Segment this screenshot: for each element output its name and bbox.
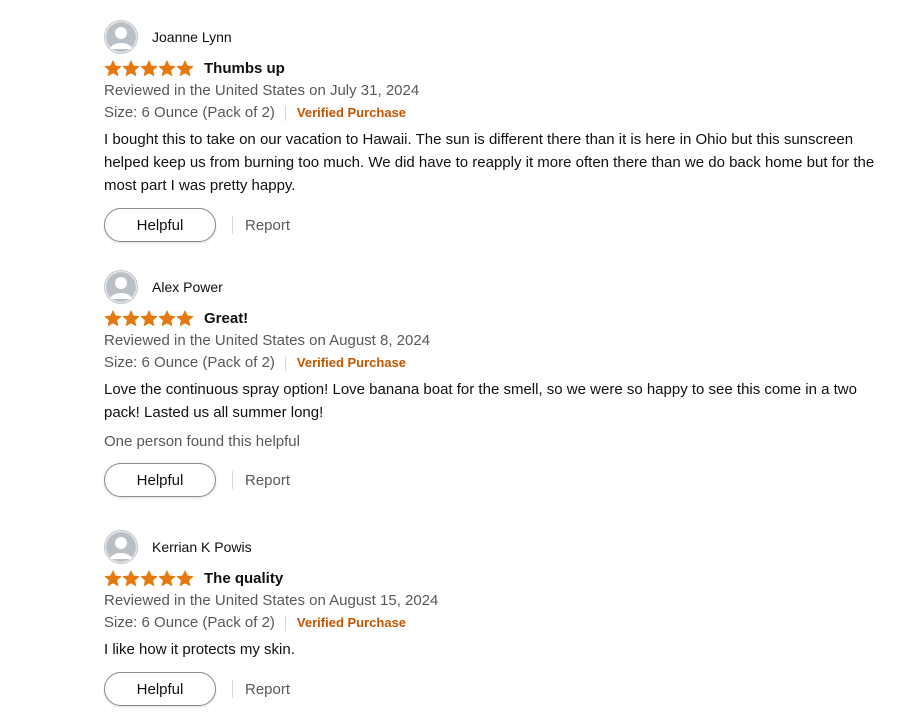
divider	[232, 680, 233, 698]
helpful-button[interactable]: Helpful	[104, 672, 216, 706]
review-item: Alex Power Great! Reviewed in the United…	[104, 270, 884, 497]
star-icon	[140, 309, 158, 326]
reviewer-profile[interactable]: Kerrian K Powis	[104, 530, 884, 564]
verified-purchase-badge: Verified Purchase	[296, 615, 407, 630]
review-date: Reviewed in the United States on July 31…	[104, 82, 420, 99]
star-icon	[158, 59, 176, 76]
star-icon	[104, 309, 122, 326]
star-icon	[104, 59, 122, 76]
avatar-icon	[104, 530, 138, 564]
report-link[interactable]: Report	[245, 217, 290, 234]
review-actions: Helpful Report	[104, 672, 884, 706]
review-date: Reviewed in the United States on August …	[104, 592, 439, 609]
review-body: I like how it protects my skin.	[104, 641, 295, 658]
rating-row: Great!	[104, 307, 884, 329]
product-size-link[interactable]: Size: 6 Ounce (Pack of 2)	[104, 612, 275, 634]
star-icon	[140, 569, 158, 586]
review-item: Joanne Lynn Thumbs up Reviewed in the Un…	[104, 20, 884, 242]
review-item: Kerrian K Powis The quality Reviewed in …	[104, 530, 884, 706]
star-icon	[122, 569, 140, 586]
review-date: Reviewed in the United States on August …	[104, 332, 431, 349]
star-rating[interactable]	[104, 309, 194, 327]
star-icon	[176, 59, 194, 76]
star-icon	[122, 309, 140, 326]
review-actions: Helpful Report	[104, 463, 884, 497]
review-body: I bought this to take on our vacation to…	[104, 131, 875, 194]
review-format: Size: 6 Ounce (Pack of 2) Verified Purch…	[104, 612, 884, 634]
review-title[interactable]: The quality	[204, 570, 283, 587]
reviewer-profile[interactable]: Joanne Lynn	[104, 20, 884, 54]
helpful-count: One person found this helpful	[104, 433, 300, 450]
divider	[284, 355, 286, 371]
star-icon	[158, 309, 176, 326]
rating-row: Thumbs up	[104, 57, 884, 79]
reviewer-name[interactable]: Kerrian K Powis	[152, 539, 252, 555]
review-title[interactable]: Thumbs up	[204, 60, 285, 77]
divider	[284, 615, 286, 631]
avatar-icon	[104, 270, 138, 304]
star-rating[interactable]	[104, 569, 194, 587]
divider	[232, 471, 233, 489]
review-actions: Helpful Report	[104, 208, 884, 242]
review-format: Size: 6 Ounce (Pack of 2) Verified Purch…	[104, 102, 884, 124]
verified-purchase-badge: Verified Purchase	[296, 105, 407, 120]
star-icon	[140, 59, 158, 76]
report-link[interactable]: Report	[245, 472, 290, 489]
star-icon	[176, 309, 194, 326]
reviewer-name[interactable]: Joanne Lynn	[152, 29, 232, 45]
avatar-icon	[104, 20, 138, 54]
divider	[232, 216, 233, 234]
reviewer-profile[interactable]: Alex Power	[104, 270, 884, 304]
review-format: Size: 6 Ounce (Pack of 2) Verified Purch…	[104, 352, 884, 374]
verified-purchase-badge: Verified Purchase	[296, 355, 407, 370]
divider	[284, 105, 286, 121]
review-body: Love the continuous spray option! Love b…	[104, 381, 857, 421]
product-size-link[interactable]: Size: 6 Ounce (Pack of 2)	[104, 352, 275, 374]
reviewer-name[interactable]: Alex Power	[152, 279, 223, 295]
product-size-link[interactable]: Size: 6 Ounce (Pack of 2)	[104, 102, 275, 124]
star-icon	[104, 569, 122, 586]
star-rating[interactable]	[104, 59, 194, 77]
helpful-button[interactable]: Helpful	[104, 208, 216, 242]
review-title[interactable]: Great!	[204, 310, 248, 327]
helpful-button[interactable]: Helpful	[104, 463, 216, 497]
star-icon	[122, 59, 140, 76]
star-icon	[158, 569, 176, 586]
report-link[interactable]: Report	[245, 681, 290, 698]
star-icon	[176, 569, 194, 586]
rating-row: The quality	[104, 567, 884, 589]
